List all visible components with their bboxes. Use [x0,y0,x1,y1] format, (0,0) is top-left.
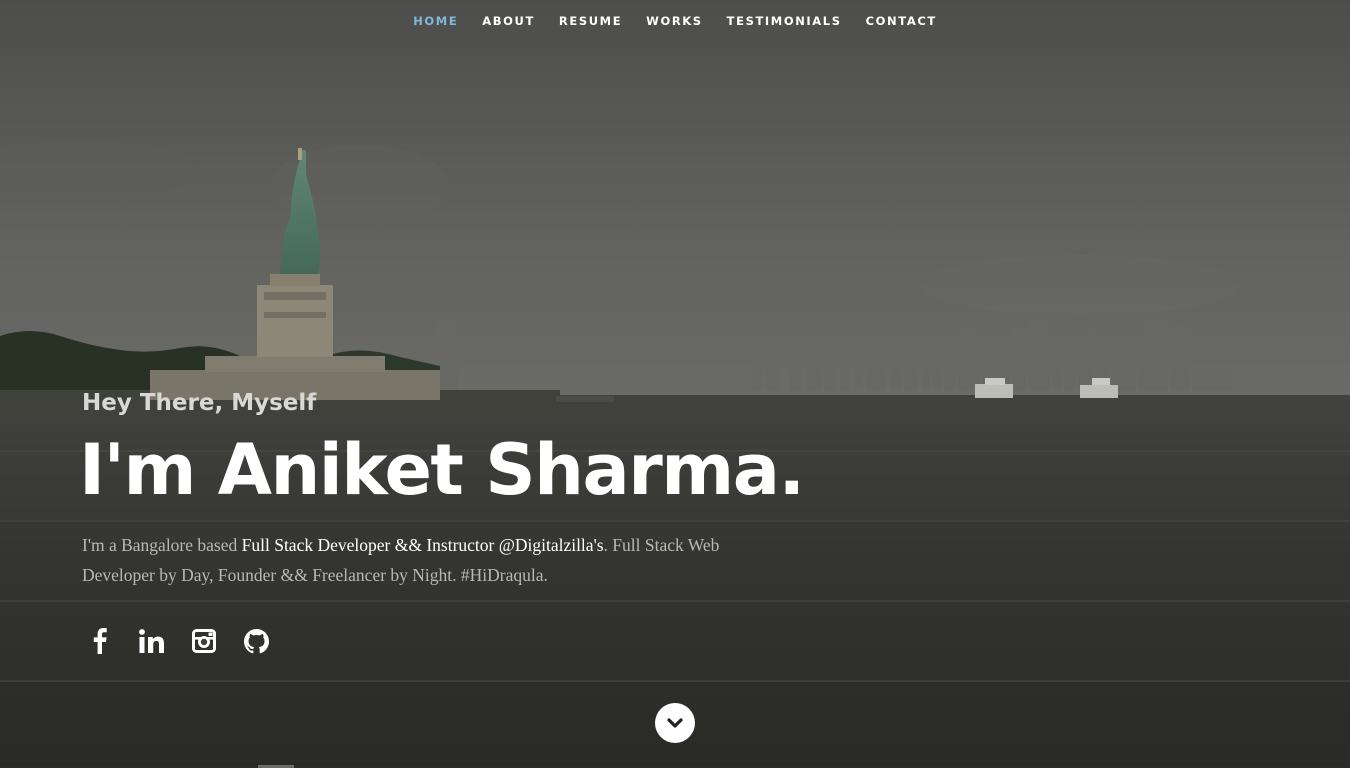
scroll-down-button[interactable] [655,703,695,743]
intro-block: Hey There, Myself I'm Aniket Sharma. I'm… [79,386,842,590]
nav-item-resume[interactable]: RESUME [547,0,634,42]
bio-prefix: I'm a Bangalore based [82,535,242,555]
social-links [86,624,270,658]
nav-item-home[interactable]: HOME [401,0,470,42]
bio-text: I'm a Bangalore based Full Stack Develop… [82,530,742,590]
nav-item-contact[interactable]: CONTACT [854,0,949,42]
main-nav: HOME ABOUT RESUME WORKS TESTIMONIALS CON… [0,0,1350,42]
facebook-icon [93,628,107,654]
instagram-icon [192,629,216,653]
github-icon [243,628,269,653]
nav-item-about[interactable]: ABOUT [470,0,547,42]
instagram-link[interactable] [190,624,218,658]
nav-item-testimonials[interactable]: TESTIMONIALS [715,0,854,42]
linkedin-link[interactable] [138,624,166,658]
facebook-link[interactable] [86,624,114,658]
page-title: I'm Aniket Sharma. [79,429,805,511]
chevron-down-icon [667,718,683,728]
github-link[interactable] [242,624,270,658]
greeting-text: Hey There, Myself [82,390,317,416]
linkedin-icon [139,629,164,653]
nav-item-works[interactable]: WORKS [634,0,715,42]
bio-highlight: Full Stack Developer && Instructor @Digi… [241,535,604,555]
hero-section: HOME ABOUT RESUME WORKS TESTIMONIALS CON… [0,0,1350,768]
